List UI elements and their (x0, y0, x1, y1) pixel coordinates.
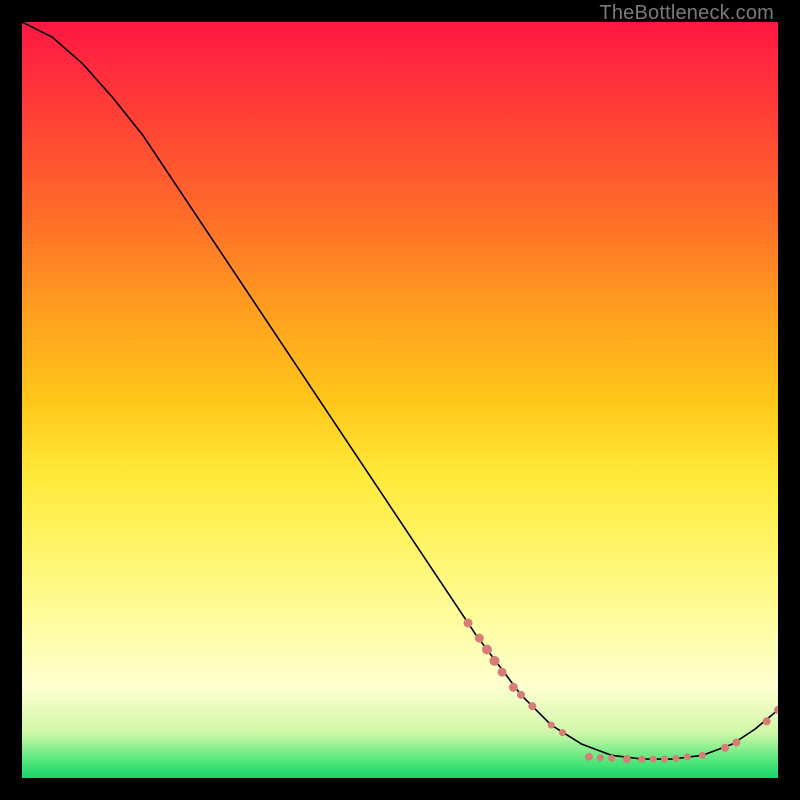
data-point (482, 644, 492, 654)
data-point (559, 729, 566, 736)
data-point (509, 683, 518, 692)
data-point (475, 634, 484, 643)
scatter-points (464, 619, 778, 764)
data-point (498, 668, 507, 677)
data-point (623, 755, 631, 763)
data-point (548, 722, 555, 729)
gradient-plot-area (22, 22, 778, 778)
overlay-svg (22, 22, 778, 778)
data-point (661, 756, 668, 763)
data-point (464, 619, 473, 628)
data-point (763, 717, 771, 725)
watermark-text: TheBottleneck.com (599, 2, 774, 25)
data-point (490, 656, 500, 666)
data-point (608, 755, 615, 762)
data-point (597, 754, 604, 761)
data-point (699, 752, 706, 759)
data-point (517, 691, 525, 699)
data-point (732, 738, 740, 746)
data-point (721, 744, 729, 752)
data-point (684, 753, 691, 760)
data-point (650, 756, 657, 763)
data-point (672, 755, 679, 762)
bottleneck-curve (22, 22, 778, 759)
data-point (638, 756, 645, 763)
data-point (585, 753, 593, 761)
chart-frame: TheBottleneck.com (0, 0, 800, 800)
data-point (528, 702, 536, 710)
